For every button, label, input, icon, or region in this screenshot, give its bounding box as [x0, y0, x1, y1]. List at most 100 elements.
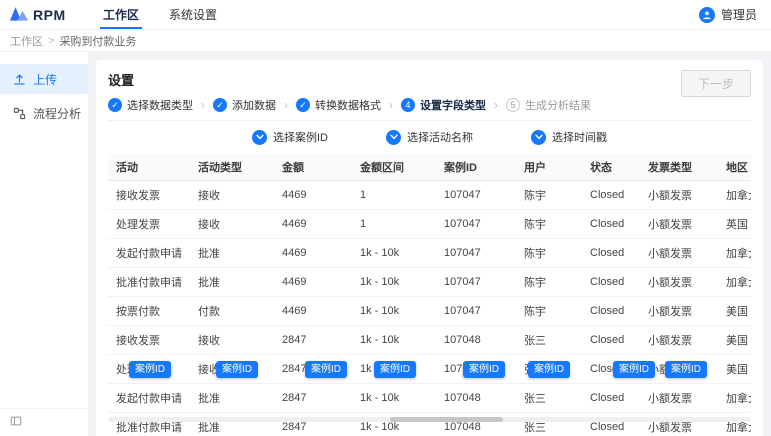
column-header: 案例ID	[436, 154, 516, 181]
table-row: 接收发票接收28471k - 10k107048张三Closed小额发票美国	[108, 326, 751, 355]
table-cell: 接收	[190, 210, 274, 239]
top-tabs: 工作区系统设置	[88, 0, 232, 29]
step-label: 生成分析结果	[525, 97, 591, 113]
table-wrap: 活动活动类型金额金额区间案例ID用户状态发票类型地区 接收发票接收4469110…	[108, 154, 751, 436]
table-cell: 付款	[190, 297, 274, 326]
table-cell: 加拿大	[718, 239, 751, 268]
dropdown-circle-icon	[386, 130, 401, 145]
data-table: 活动活动类型金额金额区间案例ID用户状态发票类型地区 接收发票接收4469110…	[108, 154, 751, 436]
step-label: 添加数据	[232, 97, 276, 113]
column-header: 发票类型	[640, 154, 718, 181]
field-selector-label: 选择活动名称	[407, 129, 473, 145]
case-id-drag-tag[interactable]: 案例ID	[665, 361, 707, 378]
table-cell: 4469	[274, 181, 352, 210]
table-cell: 4469	[274, 210, 352, 239]
table-body: 接收发票接收44691107047陈宇Closed小额发票加拿大处理发票接收44…	[108, 181, 751, 436]
case-id-drag-tag[interactable]: 案例ID	[374, 361, 416, 378]
table-cell: 批准	[190, 239, 274, 268]
sidebar-item-analysis[interactable]: 流程分析	[0, 98, 88, 128]
case-id-drag-tag[interactable]: 案例ID	[528, 361, 570, 378]
column-header: 活动类型	[190, 154, 274, 181]
sidebar-collapse-icon[interactable]	[10, 415, 22, 427]
next-step-button[interactable]: 下一步	[681, 70, 751, 97]
table-cell: 1k - 10k	[352, 239, 436, 268]
table-cell: 接收	[190, 181, 274, 210]
table-cell: 2847	[274, 326, 352, 355]
table-cell: 107047	[436, 181, 516, 210]
table-cell: 1k - 10k	[352, 268, 436, 297]
page-title: 设置	[108, 70, 751, 89]
sidebar-item-label: 上传	[33, 71, 57, 88]
column-header: 金额区间	[352, 154, 436, 181]
step-label: 设置字段类型	[420, 97, 486, 113]
logo-mountain-icon	[10, 6, 29, 24]
case-id-drag-tag[interactable]: 案例ID	[613, 361, 655, 378]
case-id-drag-tag[interactable]: 案例ID	[305, 361, 347, 378]
step-5[interactable]: 5生成分析结果	[506, 97, 591, 113]
table-cell: 小额发票	[640, 384, 718, 413]
horizontal-scrollbar-thumb[interactable]	[390, 417, 503, 422]
table-cell: 小额发票	[640, 239, 718, 268]
table-cell: 美国	[718, 355, 751, 384]
table-cell: 陈宇	[516, 297, 582, 326]
field-selector[interactable]: 选择案例ID	[252, 129, 328, 145]
table-cell: Closed	[582, 268, 640, 297]
field-selector[interactable]: 选择活动名称	[386, 129, 473, 145]
table-row: 按票付款付款44691k - 10k107047陈宇Closed小额发票美国	[108, 297, 751, 326]
user-menu[interactable]: 管理员	[699, 6, 771, 23]
field-selector[interactable]: 选择时间戳	[531, 129, 607, 145]
table-cell: 接收	[190, 326, 274, 355]
table-cell: 美国	[718, 297, 751, 326]
breadcrumb-item[interactable]: 工作区	[10, 33, 43, 49]
step-check-icon: ✓	[213, 98, 227, 112]
horizontal-scrollbar-track	[108, 417, 751, 422]
breadcrumb: 工作区>采购到付款业务	[0, 30, 771, 52]
table-cell: Closed	[582, 210, 640, 239]
table-row: 发起付款申请批准28471k - 10k107048张三Closed小额发票加拿…	[108, 384, 751, 413]
table-cell: 处理发票	[108, 210, 190, 239]
table-cell: 107047	[436, 268, 516, 297]
table-cell: 陈宇	[516, 239, 582, 268]
step-3[interactable]: ✓转换数据格式	[296, 97, 381, 113]
app-logo: RPM	[0, 6, 88, 24]
table-cell: 美国	[718, 326, 751, 355]
table-cell: 小额发票	[640, 268, 718, 297]
step-2[interactable]: ✓ 添加数据	[213, 97, 276, 113]
user-avatar-icon	[699, 7, 715, 23]
table-cell: 1k - 10k	[352, 384, 436, 413]
table-cell: 1k - 10k	[352, 297, 436, 326]
sidebar-menu: 上传流程分析	[0, 52, 88, 128]
table-cell: 陈宇	[516, 210, 582, 239]
table-cell: 批准	[190, 384, 274, 413]
table-cell: Closed	[582, 384, 640, 413]
step-label: 转换数据格式	[315, 97, 381, 113]
field-selectors: 选择案例ID 选择活动名称 选择时间戳	[108, 121, 751, 154]
case-id-drag-tag[interactable]: 案例ID	[129, 361, 171, 378]
table-cell: 小额发票	[640, 297, 718, 326]
table-row: 发起付款申请批准44691k - 10k107047陈宇Closed小额发票加拿…	[108, 239, 751, 268]
step-separator-icon: ›	[389, 98, 393, 112]
table-cell: 2847	[274, 384, 352, 413]
case-id-drag-tag[interactable]: 案例ID	[216, 361, 258, 378]
table-cell: 张三	[516, 326, 582, 355]
step-1[interactable]: ✓选择数据类型	[108, 97, 193, 113]
table-cell: 英国	[718, 210, 751, 239]
sidebar-item-upload[interactable]: 上传	[0, 64, 88, 94]
table-cell: Closed	[582, 326, 640, 355]
column-header: 金额	[274, 154, 352, 181]
table-cell: 小额发票	[640, 210, 718, 239]
logo-text: RPM	[33, 7, 66, 23]
case-id-drag-tag[interactable]: 案例ID	[463, 361, 505, 378]
table-cell: 1k - 10k	[352, 326, 436, 355]
dropdown-circle-icon	[531, 130, 546, 145]
table-cell: 107047	[436, 239, 516, 268]
column-header: 用户	[516, 154, 582, 181]
top-tab-1[interactable]: 工作区	[88, 0, 154, 29]
top-tab-2[interactable]: 系统设置	[154, 0, 232, 29]
table-cell: 发起付款申请	[108, 239, 190, 268]
step-separator-icon: ›	[494, 98, 498, 112]
step-separator-icon: ›	[284, 98, 288, 112]
table-cell: 107048	[436, 326, 516, 355]
step-4[interactable]: 4设置字段类型	[401, 97, 486, 113]
main-content: 设置 下一步 ✓选择数据类型›✓添加数据›✓转换数据格式›4设置字段类型›5生成…	[88, 52, 771, 436]
